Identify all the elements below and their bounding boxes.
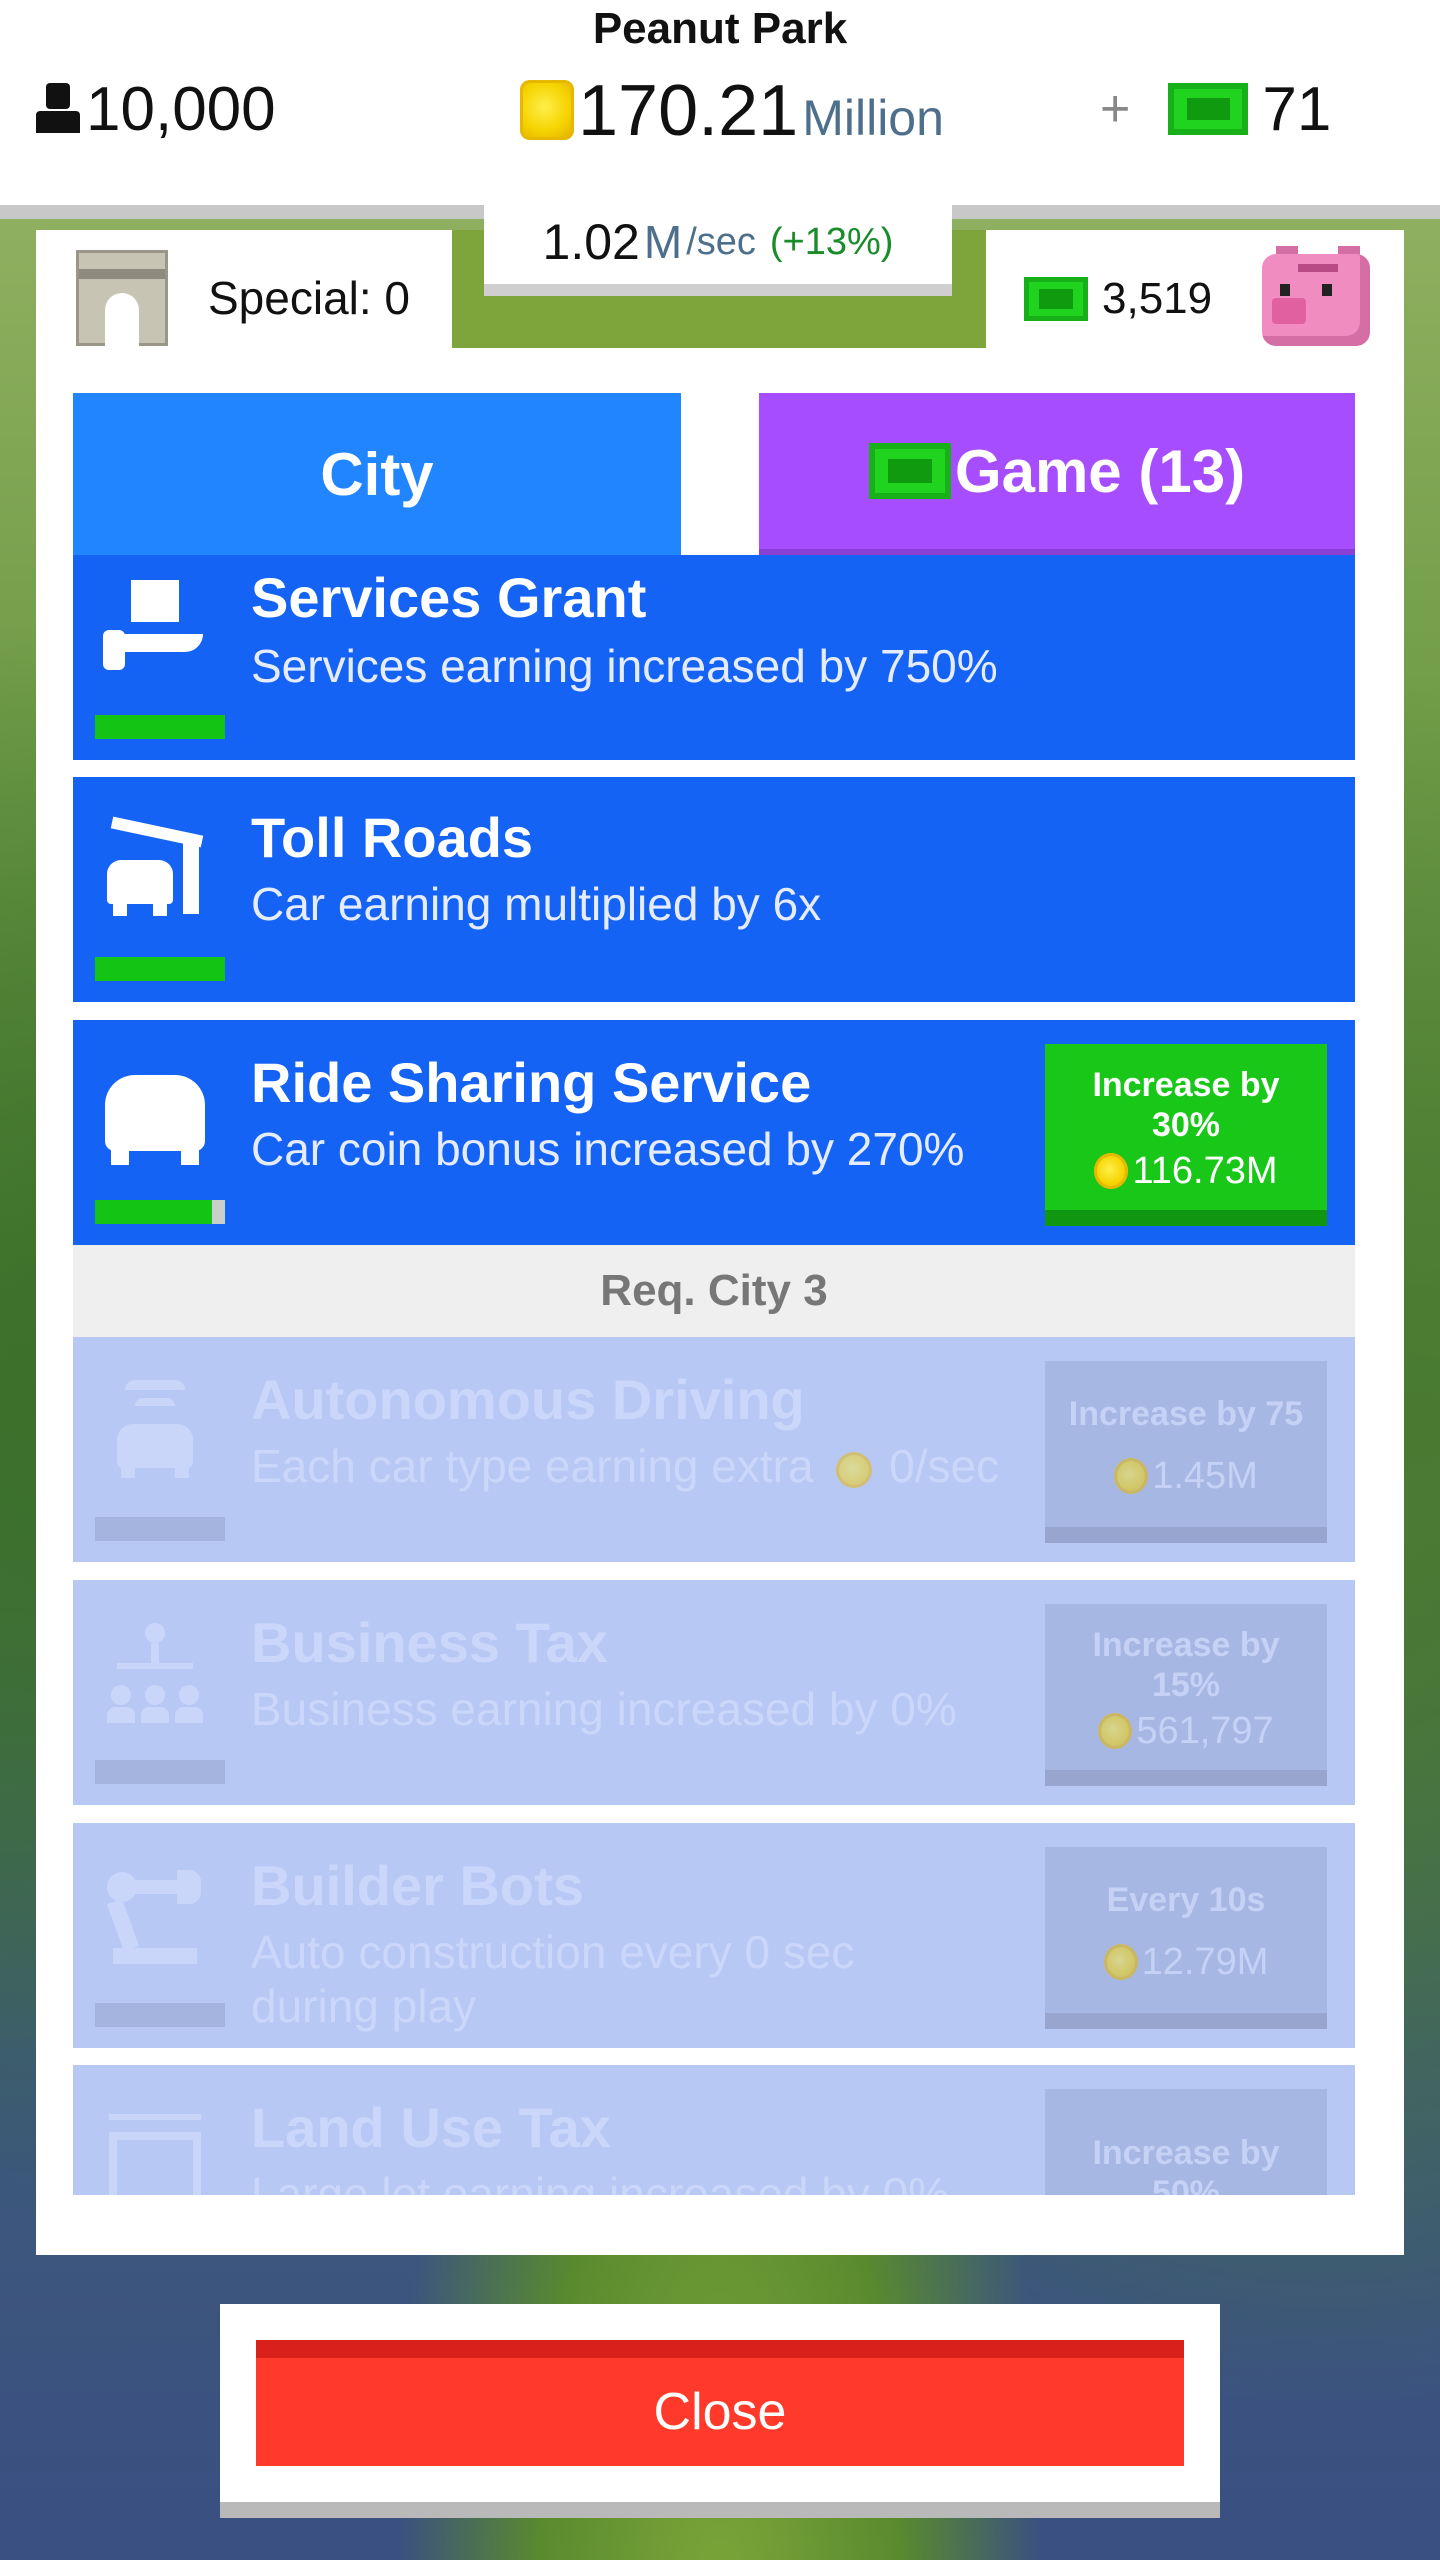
list-item: Builder Bots Auto construction every 0 s… [73,1823,1355,2048]
button-line-1: Increase by 75 [1068,1395,1304,1433]
upgrade-title: Land Use Tax [251,2096,611,2159]
upgrade-title: Services Grant [251,566,647,629]
upgrade-title: Business Tax [251,1611,608,1674]
tab-city-label: City [320,440,434,508]
upgrade-desc-line-2: during play [251,1980,477,2032]
tab-city[interactable]: City [73,393,681,555]
close-button-frame: Close [220,2304,1220,2518]
cash-bill-icon [1168,83,1249,135]
person-icon [36,83,80,135]
button-line-2: 15% [1151,1666,1221,1704]
hand-box-icon [103,573,207,683]
buy-upgrade-button[interactable]: Increase by 30% 116.73M [1045,1044,1327,1226]
rate-unit: M [643,216,683,268]
money-unit: Million [802,90,944,146]
tab-game[interactable]: Game (13) [759,393,1355,555]
upgrade-desc: Business earning increased by 0% [251,1683,957,1735]
coin-icon [836,1451,873,1488]
upgrade-title: Toll Roads [251,806,534,869]
upgrade-title: Builder Bots [251,1854,584,1917]
button-cost: 561,797 [1098,1710,1274,1752]
coin-icon [1098,1713,1133,1749]
list-item[interactable]: Services Grant Services earning increase… [73,555,1355,760]
rate-per: /sec [686,220,756,263]
button-line-2: 50% [1151,2174,1221,2195]
button-cost: 1.45M [1114,1456,1258,1496]
land-plot-icon [103,2105,207,2195]
special-counter[interactable]: Special: 0 [76,250,410,346]
cash-bill-icon [868,443,951,499]
requirement-bar: Req. City 3 [73,1245,1355,1337]
park-name: Peanut Park [592,4,848,53]
upgrade-progress [95,1760,225,1784]
upgrade-title: Ride Sharing Service [251,1051,812,1114]
robot-arm-icon [103,1863,207,1973]
autonomous-car-icon [103,1377,207,1487]
piggy-bank-value: 3,519 [1102,274,1213,323]
buy-upgrade-button: Increase by 50% [1045,2089,1327,2195]
org-chart-icon [103,1620,207,1730]
money-value: 170.21 [578,71,799,151]
upgrade-desc: Car earning multiplied by 6x [251,878,822,930]
cash-bill-icon [1024,277,1088,321]
special-label: Special: 0 [208,272,411,324]
buy-upgrade-button: Every 10s 12.79M [1045,1847,1327,2029]
list-item: Business Tax Business earning increased … [73,1580,1355,1805]
arch-landmark-icon [76,250,168,346]
list-item[interactable]: Toll Roads Car earning multiplied by 6x [73,777,1355,1002]
close-button-label: Close [653,2383,787,2441]
add-cash-button[interactable]: + [1100,79,1130,139]
piggy-bank-icon[interactable] [1262,246,1374,352]
close-button[interactable]: Close [256,2340,1184,2466]
upgrade-list[interactable]: Services Grant Services earning increase… [73,555,1355,2195]
coin-icon [1103,1944,1138,1980]
cash-value: 71 [1262,74,1332,144]
rate-bonus: (+13%) [769,220,894,263]
toll-gate-icon [103,816,207,927]
button-line-2: 30% [1151,1106,1221,1144]
list-item: Autonomous Driving Each car type earning… [73,1337,1355,1562]
button-line-1: Increase by [1092,1066,1280,1104]
population-value: 10,000 [86,74,276,144]
button-cost: 116.73M [1094,1150,1278,1192]
button-line-1: Increase by [1092,1626,1280,1664]
upgrade-progress [95,1517,225,1541]
upgrade-desc: Large lot earning increased by 0% [251,2168,950,2195]
buy-upgrade-button: Increase by 15% 561,797 [1045,1604,1327,1786]
car-icon [103,1062,207,1172]
list-item[interactable]: Ride Sharing Service Car coin bonus incr… [73,1020,1355,1245]
upgrade-progress [95,715,225,739]
piggy-bank-counter[interactable]: 3,519 [1024,244,1374,354]
coin-icon [520,80,574,140]
button-line-1: Increase by [1092,2134,1280,2172]
button-cost-value: 561,797 [1136,1710,1274,1752]
upgrade-title: Autonomous Driving [251,1368,805,1431]
upgrade-progress [95,957,225,981]
upgrade-desc: Auto construction every 0 sec [251,1926,855,1978]
button-cost-value: 1.45M [1152,1455,1258,1497]
top-bar: Peanut Park 10,000 170.21 Million + 71 [0,0,1440,205]
button-cost-value: 116.73M [1132,1150,1278,1192]
cash-counter[interactable]: + 71 [1100,74,1331,144]
buy-upgrade-button: Increase by 75 1.45M [1045,1361,1327,1543]
upgrade-desc: Car coin bonus increased by 270% [251,1123,965,1175]
tab-game-label: Game (13) [954,437,1246,505]
coin-icon [1114,1458,1149,1494]
button-line-1: Every 10s [1106,1881,1266,1919]
upgrade-desc: Services earning increased by 750% [251,640,998,692]
button-cost: 12.79M [1103,1941,1269,1983]
population-counter: 10,000 [36,74,276,144]
rate-value: 1.02 [542,214,640,270]
upgrade-progress [95,2003,225,2027]
money-counter: 170.21 Million [520,70,944,151]
income-rate: 1.02 M /sec (+13%) [484,200,952,296]
button-cost-value: 12.79M [1141,1941,1269,1983]
list-item: Land Use Tax Large lot earning increased… [73,2065,1355,2195]
upgrade-desc: Each car type earning extra 0/sec [251,1440,1000,1492]
upgrade-progress [95,1200,225,1224]
coin-icon [1094,1153,1129,1189]
